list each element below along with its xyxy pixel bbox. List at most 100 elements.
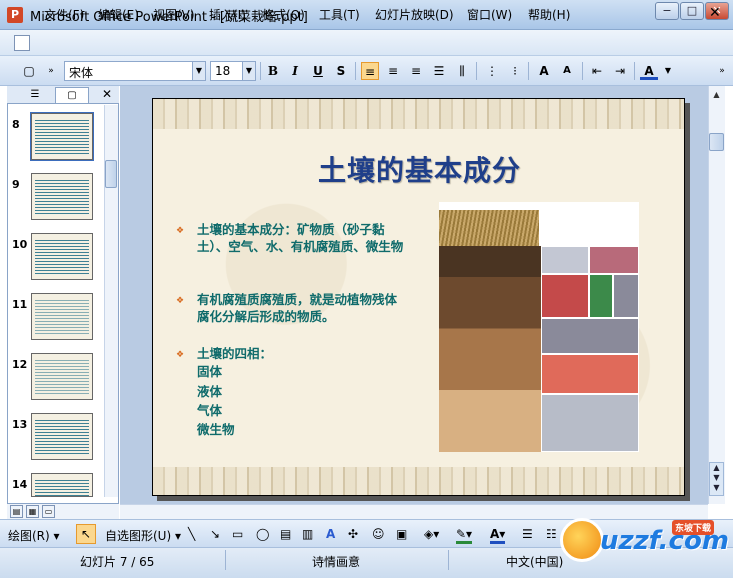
slide-number: 11: [12, 298, 28, 311]
menu-edit[interactable]: 编辑(E): [98, 6, 139, 23]
microbe-panel: [589, 246, 639, 274]
bullet-text[interactable]: 土壤的四相：: [197, 345, 407, 362]
menu-insert[interactable]: 插入(I): [209, 6, 246, 23]
slides-pane-scroll-thumb[interactable]: [105, 160, 117, 188]
microbe-panel: [541, 274, 589, 318]
toolbar-options-icon[interactable]: »: [42, 62, 60, 80]
chevron-down-icon[interactable]: ▼: [192, 62, 205, 80]
bullet-text[interactable]: 土壤的基本成分：矿物质（砂子黏土）、空气、水、有机腐殖质、微生物: [197, 221, 407, 255]
menu-file[interactable]: 文件(F): [44, 6, 84, 23]
menu-format[interactable]: 格式(O): [262, 6, 305, 23]
menu-bar: [0, 30, 733, 56]
slide-navigation-buttons[interactable]: ▲ ▼ ▼: [709, 462, 724, 496]
slide-thumbnail-11[interactable]: [31, 293, 93, 340]
slide-sorter-icon[interactable]: ▦: [26, 505, 39, 518]
slide-thumbnail-12[interactable]: [31, 353, 93, 400]
menu-window[interactable]: 窗口(W): [467, 6, 512, 23]
toolbar-options-icon[interactable]: »: [713, 62, 731, 80]
distribute-icon[interactable]: ☰: [430, 62, 448, 80]
autoshapes-menu[interactable]: 自选图形(U) ▾: [105, 527, 181, 544]
chevron-down-icon[interactable]: ▼: [659, 62, 677, 80]
phase-item[interactable]: 固体: [197, 363, 407, 380]
vertical-textbox-icon[interactable]: ▥: [302, 527, 313, 541]
soil-profile-image[interactable]: [439, 202, 639, 452]
tab-slides[interactable]: ▢: [55, 87, 89, 103]
picture-icon[interactable]: ▣: [396, 527, 407, 541]
close-document-button[interactable]: ✕: [709, 5, 721, 21]
draw-menu[interactable]: 绘图(R) ▾: [8, 527, 60, 544]
italic-button[interactable]: I: [286, 62, 304, 80]
line-icon[interactable]: ╲: [188, 527, 195, 541]
slide-thumbnail-10[interactable]: [31, 233, 93, 280]
phase-item[interactable]: 微生物: [197, 421, 407, 438]
slide-thumbnail-9[interactable]: [31, 173, 93, 220]
maximize-button[interactable]: □: [680, 2, 704, 20]
menu-slideshow[interactable]: 幻灯片放映(D): [375, 6, 454, 23]
font-color-draw-icon[interactable]: A▾: [490, 527, 506, 544]
status-separator: [448, 550, 449, 570]
slide-number: 8: [12, 118, 20, 131]
microbe-panel: [541, 394, 639, 452]
increase-font-icon[interactable]: A: [535, 62, 553, 80]
phase-item[interactable]: 液体: [197, 383, 407, 400]
line-style-icon[interactable]: ☰: [522, 527, 533, 541]
menu-tools[interactable]: 工具(T): [319, 6, 360, 23]
column-icon[interactable]: ⫼: [453, 62, 471, 80]
scroll-up-icon[interactable]: ▲: [709, 87, 724, 102]
vertical-scroll-thumb[interactable]: [709, 133, 724, 151]
document-icon[interactable]: [14, 35, 30, 51]
slide-thumbnail-8[interactable]: [31, 113, 93, 160]
rectangle-icon[interactable]: ▭: [232, 527, 243, 541]
toolbar-separator: [476, 62, 477, 80]
shadow-button[interactable]: S: [332, 62, 350, 80]
menu-view[interactable]: 视图(V): [153, 6, 195, 23]
diagram-icon[interactable]: ✣: [348, 527, 358, 541]
underline-button[interactable]: U: [309, 62, 327, 80]
slide-canvas[interactable]: 土壤的基本成分 ❖ 土壤的基本成分：矿物质（砂子黏土）、空气、水、有机腐殖质、微…: [152, 98, 685, 496]
decrease-indent-icon[interactable]: ⇤: [588, 62, 606, 80]
slide-thumbnail-13[interactable]: [31, 413, 93, 460]
font-color-icon[interactable]: A: [640, 62, 658, 80]
watermark-badge: 东坡下载: [672, 520, 715, 535]
phase-item[interactable]: 气体: [197, 402, 407, 419]
new-slide-icon[interactable]: ▢: [20, 62, 38, 80]
close-pane-button[interactable]: ✕: [100, 87, 114, 101]
slide-position: 幻灯片 7 / 65: [80, 555, 155, 569]
powerpoint-app-icon[interactable]: P: [7, 7, 23, 23]
numbering-icon[interactable]: ⋮: [483, 62, 501, 80]
increase-indent-icon[interactable]: ⇥: [611, 62, 629, 80]
slide-number: 14: [12, 478, 28, 491]
toolbar-separator: [260, 62, 261, 80]
bullet-text[interactable]: 有机腐殖质腐殖质，就是动植物残体腐化分解后形成的物质。: [197, 291, 407, 325]
select-cursor-icon[interactable]: ↖: [76, 524, 96, 544]
line-color-icon[interactable]: ✎▾: [456, 527, 473, 544]
bold-button[interactable]: B: [264, 62, 282, 80]
minimize-button[interactable]: −: [655, 2, 679, 20]
bullets-icon[interactable]: ⁝: [506, 62, 524, 80]
textbox-icon[interactable]: ▤: [280, 527, 291, 541]
tab-outline[interactable]: ☰: [18, 87, 52, 103]
clipart-icon[interactable]: ☺: [372, 527, 385, 541]
dash-style-icon[interactable]: ☷: [546, 527, 557, 541]
decrease-font-icon[interactable]: A: [558, 62, 576, 80]
oval-icon[interactable]: ◯: [256, 527, 269, 541]
menu-help[interactable]: 帮助(H): [528, 6, 570, 23]
wordart-icon[interactable]: A: [326, 527, 335, 541]
align-left-icon[interactable]: ≡: [361, 62, 379, 80]
normal-view-icon[interactable]: ▤: [10, 505, 23, 518]
chevron-down-icon[interactable]: ▼: [242, 62, 255, 80]
font-name-select[interactable]: 宋体 ▼: [64, 61, 206, 81]
arrow-icon[interactable]: ↘: [210, 527, 220, 541]
microbe-panel: [541, 318, 639, 354]
align-center-icon[interactable]: ≡: [384, 62, 402, 80]
grass-layer: [439, 210, 539, 250]
decorative-border-bottom: [153, 467, 684, 495]
toolbar-separator: [634, 62, 635, 80]
fill-color-icon[interactable]: ◈▾: [424, 527, 439, 541]
slide-thumbnail-14[interactable]: [31, 473, 93, 497]
font-size-value: 18: [215, 64, 231, 78]
align-right-icon[interactable]: ≡: [407, 62, 425, 80]
font-size-select[interactable]: 18 ▼: [210, 61, 256, 81]
slideshow-icon[interactable]: ▭: [42, 505, 55, 518]
slide-title[interactable]: 土壤的基本成分: [153, 149, 684, 189]
